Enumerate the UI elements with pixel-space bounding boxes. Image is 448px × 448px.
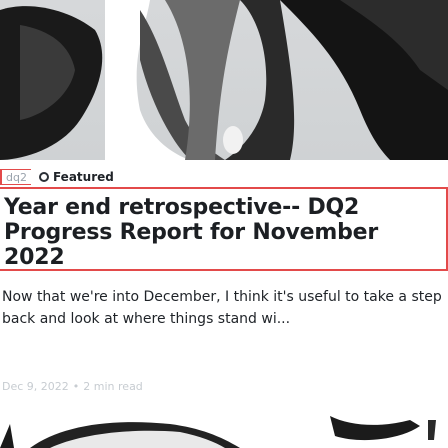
post-date: Dec 9, 2022: [2, 380, 69, 393]
hero-illustration-icon: [0, 0, 448, 160]
post-meta-row: dq2 Featured: [0, 166, 114, 188]
next-post-image-icon: [0, 416, 448, 448]
byline-separator: •: [72, 380, 80, 393]
featured-label: Featured: [38, 170, 114, 184]
featured-text: Featured: [52, 170, 114, 184]
next-post-preview[interactable]: [0, 416, 448, 448]
hero-image[interactable]: [0, 0, 448, 160]
post-title[interactable]: Year end retrospective-- DQ2 Progress Re…: [4, 195, 438, 270]
post-card[interactable]: dq2 Featured Year end retrospective-- DQ…: [0, 0, 448, 448]
post-excerpt: Now that we're into December, I think it…: [2, 289, 442, 327]
post-byline: Dec 9, 2022 • 2 min read: [2, 380, 143, 393]
read-time: 2 min read: [83, 380, 143, 393]
tag-chip[interactable]: dq2: [0, 169, 31, 185]
title-box[interactable]: Year end retrospective-- DQ2 Progress Re…: [0, 187, 448, 271]
featured-ring-icon: [38, 172, 49, 182]
